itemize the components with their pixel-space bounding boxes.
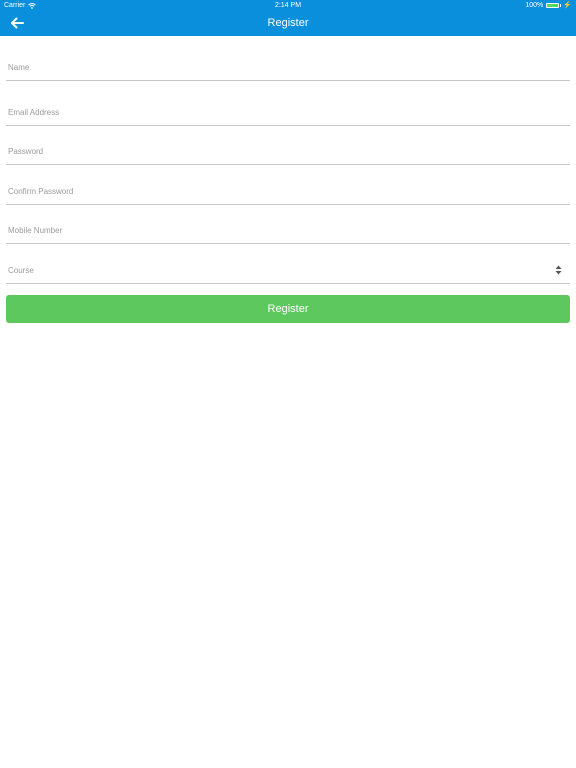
status-bar: Carrier 2:14 PM 100% ⚡ bbox=[0, 0, 576, 11]
course-select-label: Course bbox=[8, 266, 34, 275]
email-field-container bbox=[6, 81, 570, 126]
battery-fill bbox=[547, 4, 559, 7]
email-input[interactable] bbox=[8, 108, 548, 117]
battery-tip bbox=[560, 4, 562, 7]
mobile-number-input[interactable] bbox=[8, 226, 548, 235]
course-select[interactable]: Course bbox=[6, 244, 570, 284]
confirm-password-field-container bbox=[6, 165, 570, 205]
name-field-container bbox=[6, 36, 570, 81]
nav-bar: Register bbox=[0, 11, 576, 36]
password-field-container bbox=[6, 126, 570, 165]
battery-group: 100% ⚡ bbox=[525, 0, 572, 11]
status-time: 2:14 PM bbox=[274, 2, 302, 9]
page-title: Register bbox=[267, 17, 309, 29]
mobile-field-container bbox=[6, 205, 570, 244]
charging-icon: ⚡ bbox=[563, 2, 572, 9]
register-button[interactable]: Register bbox=[6, 295, 570, 323]
password-input[interactable] bbox=[8, 147, 548, 156]
up-down-stepper-icon bbox=[555, 262, 562, 275]
confirm-password-input[interactable] bbox=[8, 187, 548, 196]
battery-icon bbox=[546, 3, 560, 8]
battery-percent: 100% bbox=[525, 2, 544, 9]
name-input[interactable] bbox=[8, 63, 548, 72]
